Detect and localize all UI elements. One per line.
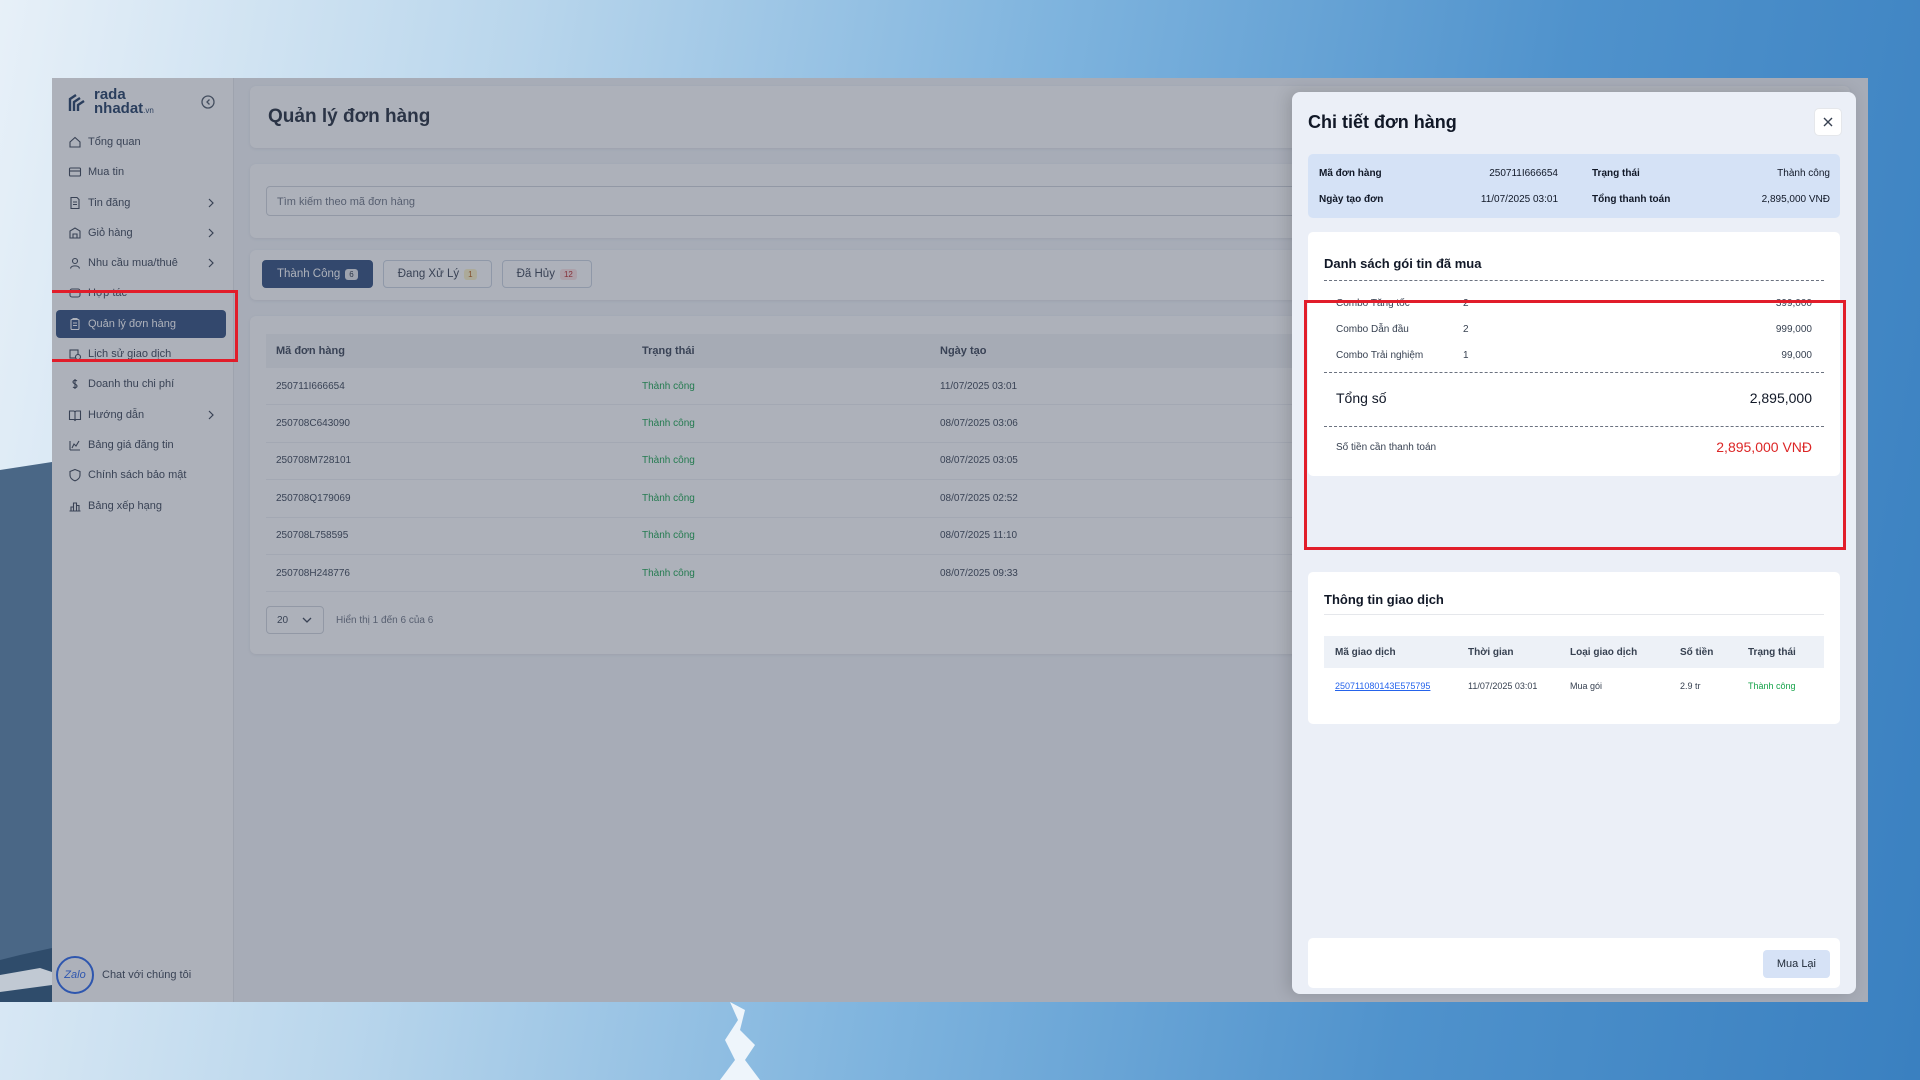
status-label: Trạng thái <box>1592 168 1640 179</box>
transactions-header: Mã giao dịch Thời gian Loại giao dịch Số… <box>1324 636 1824 668</box>
close-icon <box>1823 117 1833 127</box>
buy-again-button[interactable]: Mua Lại <box>1762 950 1830 978</box>
order-id-label: Mã đơn hàng <box>1319 168 1382 179</box>
column-header: Mã giao dịch <box>1335 647 1396 658</box>
created-value: 11/07/2025 03:01 <box>1480 194 1558 205</box>
total-payment-value: 2,895,000 VNĐ <box>1761 194 1830 205</box>
transaction-type: Mua gói <box>1570 681 1603 691</box>
app-window: rada nhadat.vn Tổng quan Mua tin Tin đăng… <box>52 78 1868 1002</box>
highlight-box-sidebar <box>52 290 238 362</box>
packages-title: Danh sách gói tin đã mua <box>1324 256 1482 271</box>
drawer-title: Chi tiết đơn hàng <box>1308 112 1457 132</box>
divider <box>1324 614 1824 615</box>
divider <box>1324 280 1824 281</box>
total-payment-label: Tổng thanh toán <box>1592 194 1671 205</box>
transaction-time: 11/07/2025 03:01 <box>1468 681 1538 691</box>
column-header: Thời gian <box>1468 647 1514 658</box>
transaction-status: Thành công <box>1748 681 1796 691</box>
close-button[interactable] <box>1814 108 1842 136</box>
transaction-id-link[interactable]: 250711080143E575795 <box>1335 681 1430 691</box>
column-header: Trạng thái <box>1748 647 1796 658</box>
column-header: Loại giao dịch <box>1570 647 1638 658</box>
created-label: Ngày tạo đơn <box>1319 194 1384 205</box>
column-header: Số tiền <box>1680 647 1714 658</box>
transactions-title: Thông tin giao dịch <box>1324 592 1444 607</box>
transaction-info: Thông tin giao dịch Mã giao dịch Thời gi… <box>1308 572 1840 724</box>
transaction-row: 250711080143E575795 11/07/2025 03:01 Mua… <box>1324 670 1824 700</box>
order-detail-drawer: Chi tiết đơn hàng Mã đơn hàng 250711I666… <box>1292 92 1856 994</box>
highlight-box-packages <box>1304 300 1846 550</box>
status-value: Thành công <box>1777 168 1830 179</box>
order-id-value: 250711I666654 <box>1489 168 1558 179</box>
order-summary: Mã đơn hàng 250711I666654 Trạng thái Thà… <box>1308 154 1840 218</box>
drawer-footer: Mua Lại <box>1308 938 1840 988</box>
transaction-amount: 2.9 tr <box>1680 681 1701 691</box>
